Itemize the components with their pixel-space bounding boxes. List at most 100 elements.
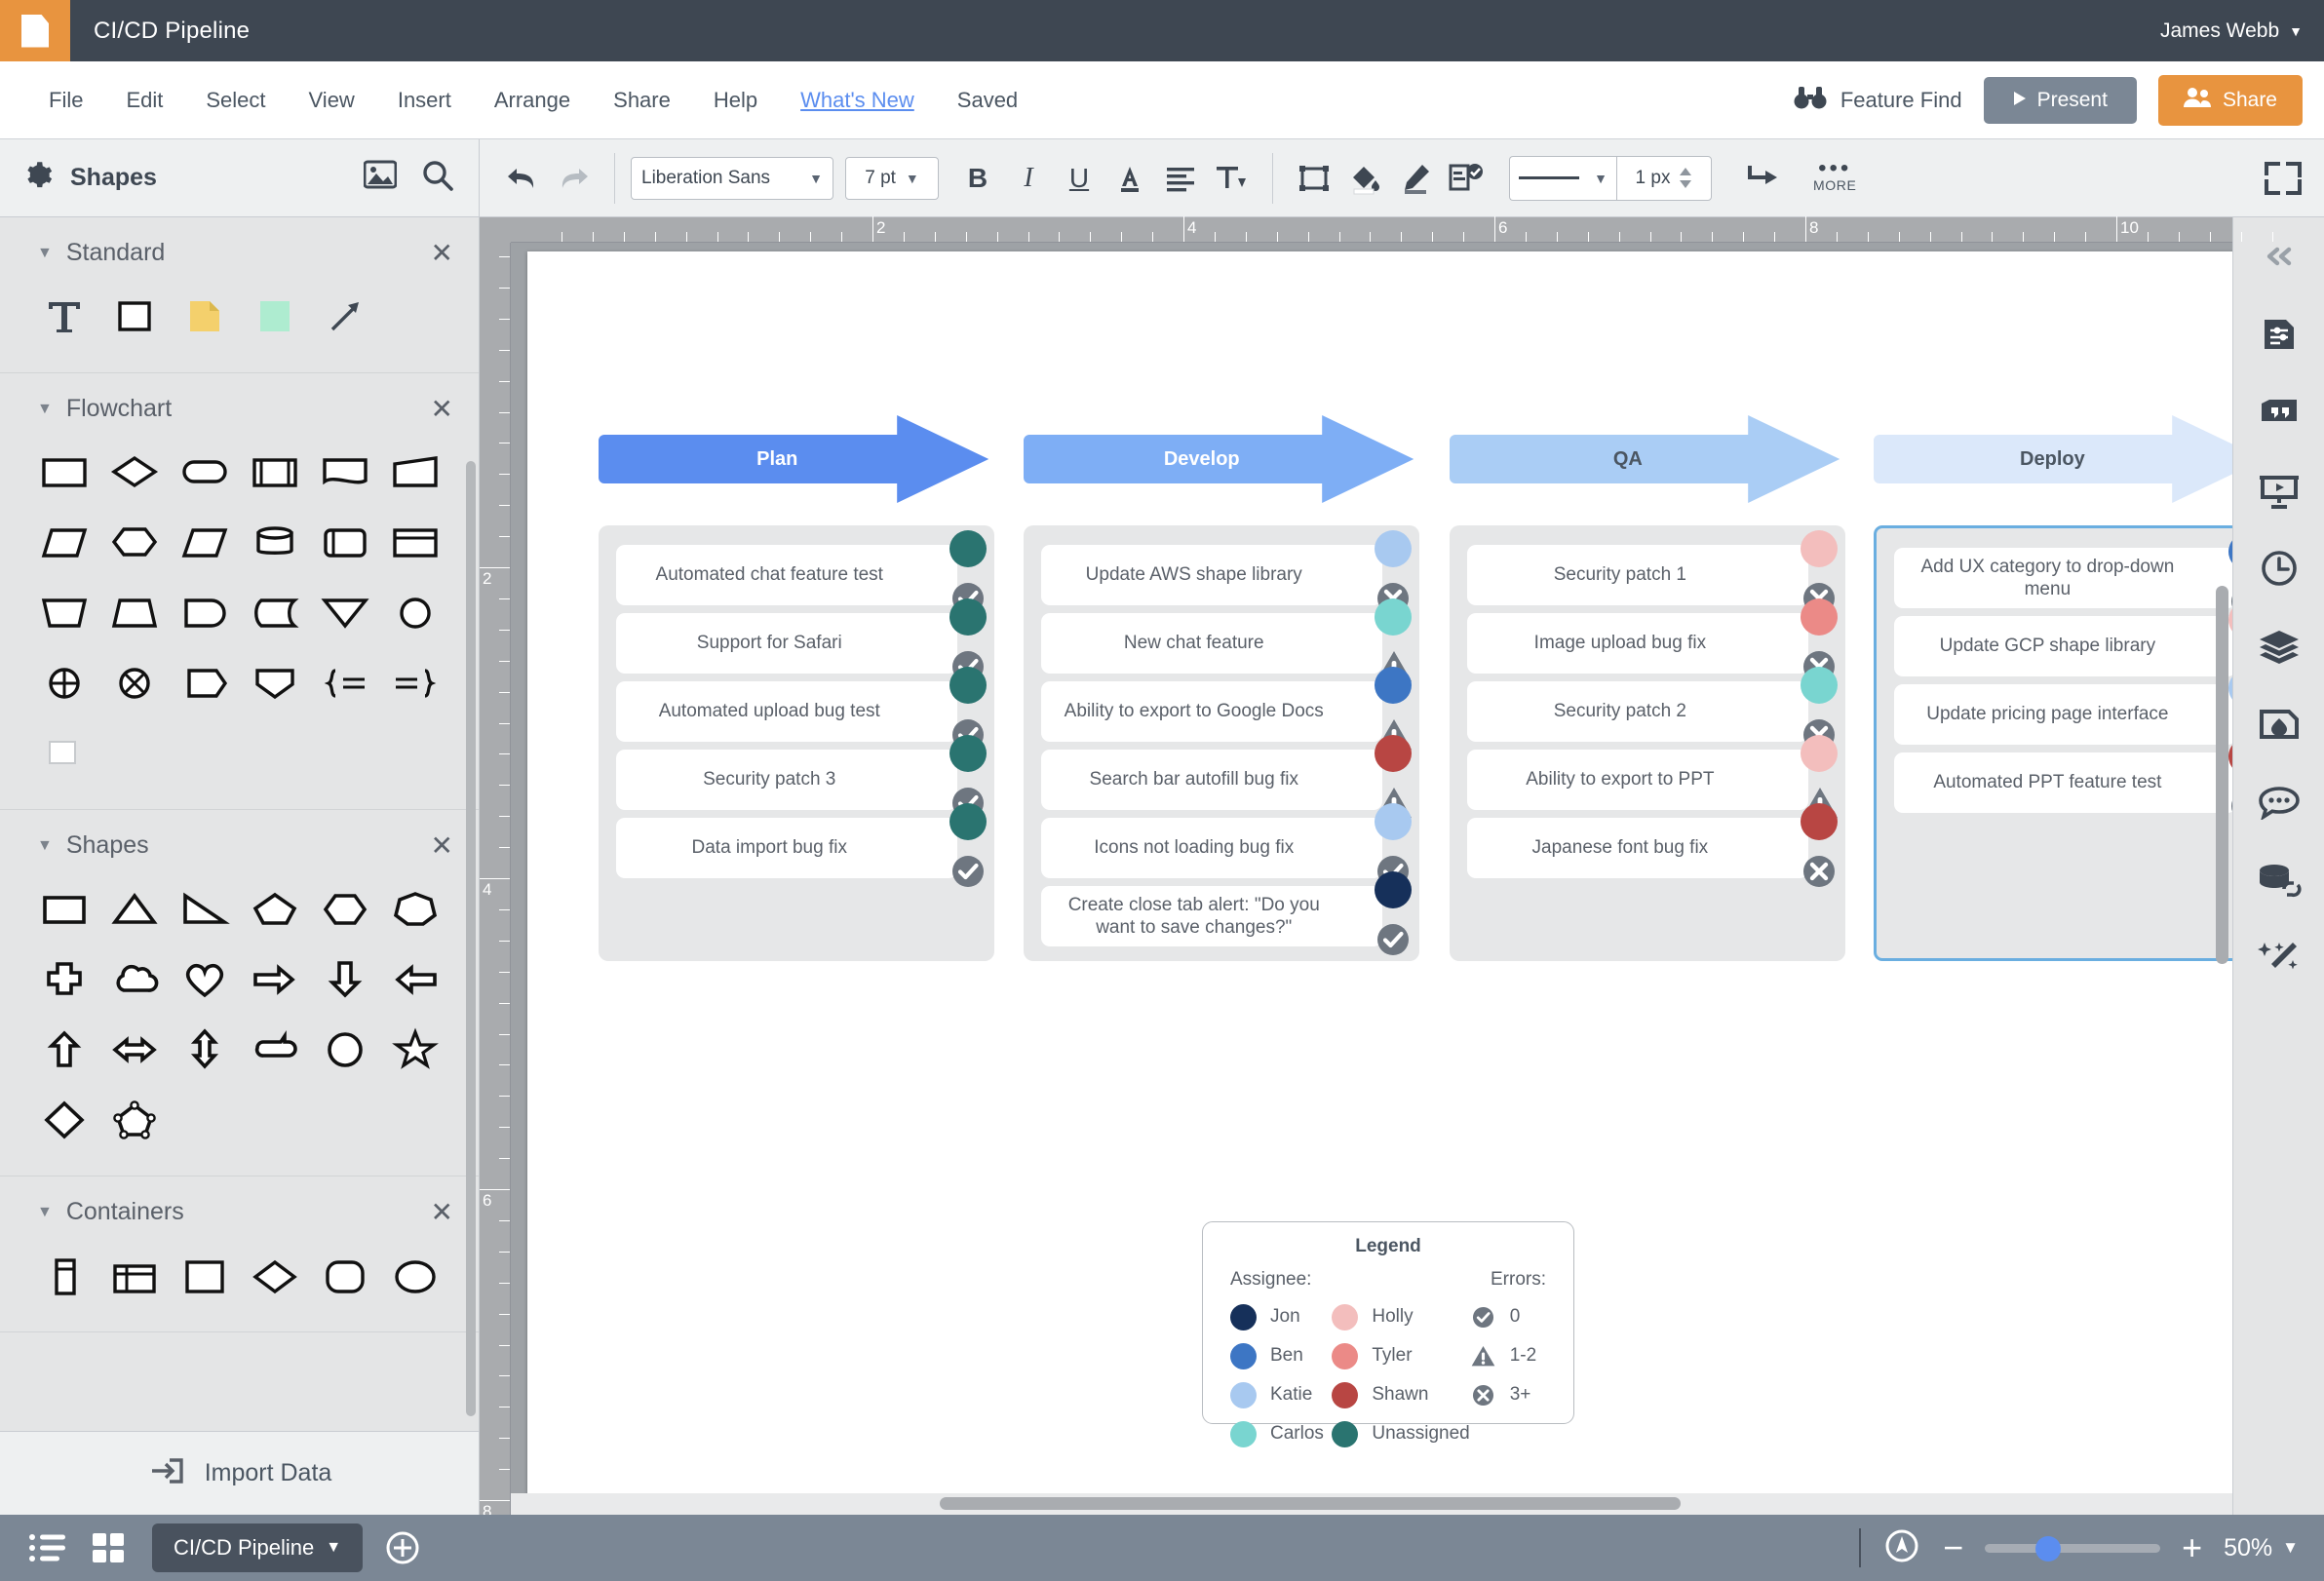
horizontal-scrollbar-thumb[interactable] [940, 1497, 1681, 1510]
fill-color-button[interactable] [1339, 153, 1390, 204]
fullscreen-button[interactable] [2254, 153, 2312, 204]
assignee-dot[interactable] [1374, 598, 1412, 636]
shape-hexagon[interactable] [99, 507, 170, 577]
app-logo[interactable] [0, 0, 70, 61]
style-check-button[interactable] [1441, 153, 1491, 204]
task-card[interactable]: Image upload bug fix [1466, 613, 1808, 674]
shape-box-container[interactable] [170, 1240, 240, 1310]
shape-inverted-triangle[interactable] [310, 577, 380, 647]
shape-manual-input[interactable] [380, 437, 450, 507]
user-menu[interactable]: James Webb ▼ [2160, 19, 2303, 43]
font-family-select[interactable]: Liberation Sans ▼ [631, 156, 833, 200]
shape-hexagon[interactable] [310, 873, 380, 944]
task-card[interactable]: Support for Safari [616, 613, 958, 674]
x-circle-icon[interactable] [2228, 788, 2232, 825]
shape-stored-data[interactable] [240, 577, 310, 647]
task-card[interactable]: Data import bug fix [616, 818, 958, 878]
task-card[interactable]: Icons not loading bug fix [1040, 818, 1382, 878]
comments-icon[interactable] [2252, 775, 2306, 829]
line-color-button[interactable] [1390, 153, 1441, 204]
task-card[interactable]: Japanese font bug fix [1466, 818, 1808, 878]
x-circle-icon[interactable] [1801, 853, 1838, 890]
shape-note[interactable] [170, 281, 240, 351]
grid-view-button[interactable] [78, 1515, 138, 1581]
assignee-dot[interactable] [1801, 667, 1838, 704]
assignee-dot[interactable] [1374, 667, 1412, 704]
shape-cross[interactable] [29, 944, 99, 1014]
legend-box[interactable]: Legend Assignee: Jon Ben Katie Carlos Holly Ty… [1202, 1221, 1574, 1447]
close-icon[interactable]: ✕ [431, 1198, 453, 1226]
shape-swimlane-vertical[interactable] [29, 1240, 99, 1310]
shape-rectangle[interactable] [99, 281, 170, 351]
line-style-select[interactable]: ▼ [1509, 155, 1616, 201]
shape-summing-junction[interactable] [29, 647, 99, 717]
task-card[interactable]: Security patch 3 [616, 750, 958, 810]
import-data-button[interactable]: Import Data [0, 1431, 479, 1515]
task-card[interactable]: Security patch 1 [1466, 545, 1808, 605]
line-width-input[interactable]: 1 px [1616, 155, 1712, 201]
page-tab-ci-cd-pipeline[interactable]: CI/CD Pipeline ▼ [152, 1523, 364, 1572]
shape-heptagon[interactable] [380, 873, 450, 944]
shape-ellipse-container[interactable] [380, 1240, 450, 1310]
shape-double-arrow-horizontal[interactable] [99, 1014, 170, 1084]
assignee-dot[interactable] [1374, 803, 1412, 840]
shape-document[interactable] [310, 437, 380, 507]
add-page-button[interactable] [384, 1529, 421, 1566]
shape-trapezoid[interactable] [99, 577, 170, 647]
zoom-in-button[interactable]: + [2182, 1530, 2202, 1565]
shape-card[interactable] [380, 507, 450, 577]
task-card[interactable]: Ability to export to PPT [1466, 750, 1808, 810]
document-properties-icon[interactable] [2252, 307, 2306, 362]
layers-icon[interactable] [2252, 619, 2306, 674]
shape-block-arrow-right[interactable] [240, 944, 310, 1014]
shape-circle[interactable] [310, 1014, 380, 1084]
close-icon[interactable]: ✕ [431, 395, 453, 423]
task-card[interactable]: Search bar autofill bug fix [1040, 750, 1382, 810]
connector-style-button[interactable] [1733, 153, 1792, 204]
shape-rounded-pentagon[interactable] [170, 647, 240, 717]
menu-item-whats-new[interactable]: What's New [779, 88, 936, 113]
shape-section-header-shapes[interactable]: ▼ Shapes ✕ [0, 810, 479, 873]
assignee-dot[interactable] [1374, 530, 1412, 567]
shape-delay[interactable] [170, 577, 240, 647]
menu-item-arrange[interactable]: Arrange [473, 88, 592, 113]
menu-item-share[interactable]: Share [592, 88, 692, 113]
theme-icon[interactable] [2252, 697, 2306, 752]
shape-parallelogram[interactable] [170, 507, 240, 577]
close-icon[interactable]: ✕ [431, 239, 453, 267]
vertical-ruler[interactable]: 2 4 6 8 [480, 243, 511, 1515]
share-button[interactable]: Share [2157, 74, 2303, 126]
lane-card-container[interactable]: Security patch 1 Image upload bug fix Secu… [1449, 525, 1845, 961]
task-card[interactable]: Update AWS shape library [1040, 545, 1382, 605]
text-color-button[interactable] [1104, 153, 1155, 204]
shape-terminator[interactable] [170, 437, 240, 507]
shapes-panel-scrollbar[interactable] [466, 461, 476, 1416]
shape-pentagon[interactable] [240, 873, 310, 944]
shape-text[interactable] [29, 281, 99, 351]
task-card[interactable]: Update pricing page interface [1894, 684, 2232, 745]
check-circle-icon[interactable] [949, 853, 987, 890]
shape-block-arrow-up[interactable] [29, 1014, 99, 1084]
collapse-panel-icon[interactable] [2252, 229, 2306, 284]
image-search-icon[interactable] [363, 160, 398, 196]
horizontal-ruler[interactable]: 2 4 6 8 10 [480, 216, 2273, 243]
shape-format-button[interactable] [1289, 153, 1339, 204]
task-card[interactable]: Security patch 2 [1466, 681, 1808, 742]
shape-cylinder[interactable] [240, 507, 310, 577]
shape-pentagon-nodes[interactable] [99, 1084, 170, 1154]
shape-circle[interactable] [380, 577, 450, 647]
present-button[interactable]: Present [1983, 76, 2137, 124]
diagram-sheet[interactable]: Plan Automated chat feature test Support f… [527, 251, 2232, 1497]
zoom-slider[interactable] [1985, 1535, 2161, 1562]
shape-brace-pair[interactable] [310, 647, 380, 717]
assignee-dot[interactable] [949, 735, 988, 772]
shape-rectangle[interactable] [29, 873, 99, 944]
menu-item-edit[interactable]: Edit [104, 88, 184, 113]
text-options-button[interactable] [1206, 153, 1257, 204]
lane-card-container[interactable]: Add UX category to drop-down menu Update … [1874, 525, 2232, 961]
italic-button[interactable]: I [1003, 153, 1054, 204]
assignee-dot[interactable] [949, 598, 988, 636]
menu-item-select[interactable]: Select [184, 88, 287, 113]
shape-heart[interactable] [170, 944, 240, 1014]
shape-cloud[interactable] [99, 944, 170, 1014]
